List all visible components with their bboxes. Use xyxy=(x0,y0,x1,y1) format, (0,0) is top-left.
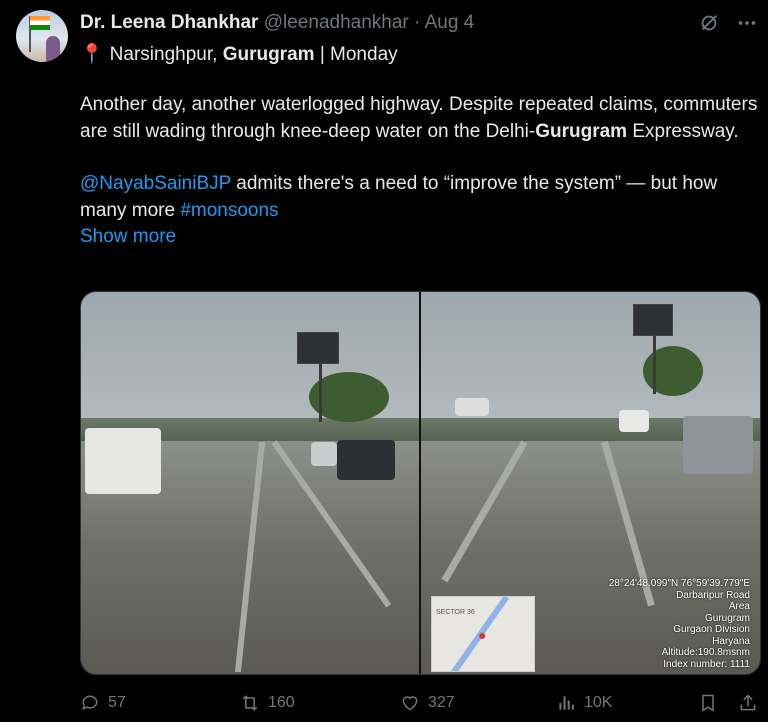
mention-link[interactable]: @NayabSainiBJP xyxy=(80,173,231,194)
tweet-header: Dr. Leena Dhankhar @leenadhankhar · Aug … xyxy=(80,12,474,34)
heart-icon xyxy=(402,696,418,711)
reply-button[interactable]: 57 xyxy=(80,693,240,713)
minimap: SECTOR 36 ● xyxy=(431,596,535,672)
pin-icon: 📍 xyxy=(80,44,104,65)
tweet-body: Another day, another waterlogged highway… xyxy=(80,92,760,251)
location-city: Gurugram xyxy=(222,44,315,65)
views-count: 10K xyxy=(584,694,613,711)
like-button[interactable]: 327 xyxy=(400,693,556,713)
geo-overlay: 28°24'48.099"N 76°59'39.779"E Darbaripur… xyxy=(608,578,750,670)
like-count: 327 xyxy=(428,694,455,711)
media-grid: SECTOR 36 ● 28°24'48.099"N 76°59'39.779"… xyxy=(80,291,761,675)
bookmark-icon[interactable] xyxy=(698,693,718,713)
map-pin-icon: ● xyxy=(478,627,487,643)
repost-count: 160 xyxy=(268,694,295,711)
views-icon xyxy=(559,696,574,710)
body-paragraph-2: @NayabSainiBJP admits there's a need to … xyxy=(80,173,718,221)
hashtag-link[interactable]: #monsoons xyxy=(180,200,278,221)
author-name[interactable]: Dr. Leena Dhankhar xyxy=(80,12,258,33)
repost-button[interactable]: 160 xyxy=(240,693,400,713)
flag-graphic xyxy=(30,16,50,30)
location-place: Narsinghpur, xyxy=(109,44,223,65)
photo-left[interactable] xyxy=(81,292,419,674)
photo-right[interactable]: SECTOR 36 ● 28°24'48.099"N 76°59'39.779"… xyxy=(421,292,760,674)
show-more-link[interactable]: Show more xyxy=(80,224,760,251)
reply-count: 57 xyxy=(108,694,126,711)
avatar[interactable] xyxy=(16,10,68,62)
tweet-date[interactable]: Aug 4 xyxy=(425,12,475,33)
van-shape xyxy=(85,428,161,494)
location-line: 📍 Narsinghpur, Gurugram | Monday xyxy=(80,42,398,66)
separator: · xyxy=(414,12,421,33)
top-icons xyxy=(698,12,758,34)
more-options-icon[interactable] xyxy=(736,12,758,34)
grok-icon[interactable] xyxy=(698,12,720,34)
location-day: | Monday xyxy=(314,44,398,65)
body-paragraph-1: Another day, another waterlogged highway… xyxy=(80,94,758,142)
action-bar: 57 160 327 10K xyxy=(80,690,758,716)
share-icon[interactable] xyxy=(738,693,758,713)
right-actions xyxy=(698,693,758,713)
repost-icon xyxy=(242,695,258,711)
views-button[interactable]: 10K xyxy=(556,693,696,713)
author-handle[interactable]: @leenadhankhar xyxy=(264,12,409,33)
reply-icon xyxy=(82,695,98,711)
